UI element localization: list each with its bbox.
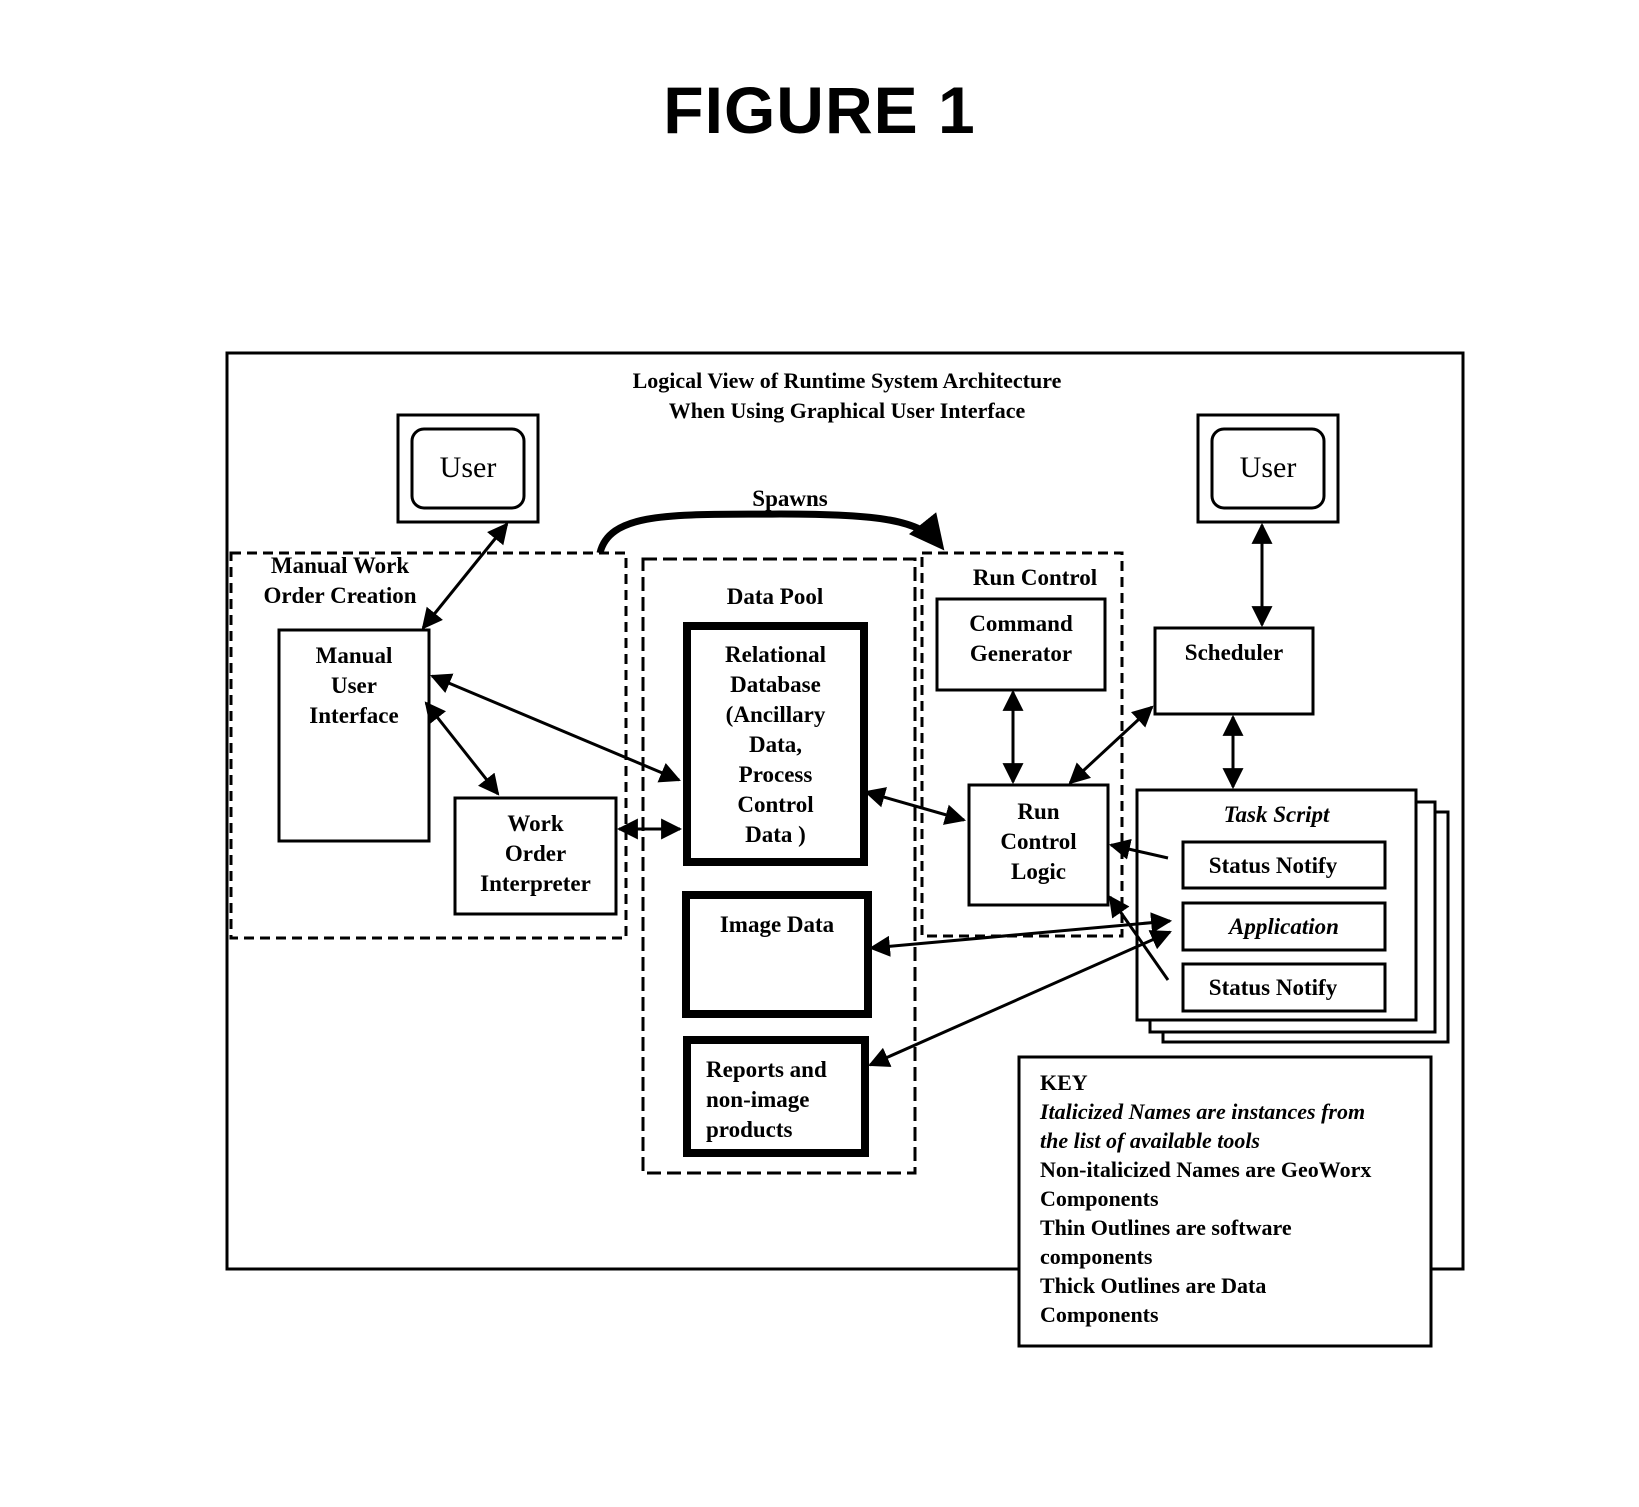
run-control-label: Run Control xyxy=(972,565,1098,590)
reports-line-2: non-image xyxy=(706,1087,810,1112)
relational-database-label: Relational Database (Ancillary Data, Pro… xyxy=(687,640,864,850)
mui-line-3: Interface xyxy=(309,703,399,728)
reports-line-3: products xyxy=(706,1117,793,1142)
reldb-line-7: Data ) xyxy=(745,822,806,847)
diagram-title-line-1: Logical View of Runtime System Architect… xyxy=(632,368,1062,393)
key-line-1: Italicized Names are instances from xyxy=(1040,1099,1366,1124)
mui-line-2: User xyxy=(331,673,377,698)
reports-label: Reports and non-image products xyxy=(706,1055,866,1145)
woi-line-2: Order xyxy=(504,841,567,866)
user-left-label: User xyxy=(439,451,497,484)
key-line-2: the list of available tools xyxy=(1040,1128,1260,1153)
rcl-line-1: Run xyxy=(1017,799,1060,824)
key-line-6: components xyxy=(1040,1244,1153,1269)
cmdgen-line-1: Command xyxy=(969,611,1073,636)
diagram-title-line-2: When Using Graphical User Interface xyxy=(668,398,1026,423)
key-line-7: Thick Outlines are Data xyxy=(1040,1273,1267,1298)
reldb-line-3: (Ancillary xyxy=(725,702,826,727)
mwoc-line-2: Order Creation xyxy=(263,583,417,608)
spawns-label: Spawns xyxy=(752,486,828,511)
key-heading: KEY xyxy=(1040,1070,1088,1095)
status-notify-1-label: Status Notify xyxy=(1208,853,1338,878)
reldb-line-1: Relational xyxy=(725,642,826,667)
user-right-label: User xyxy=(1239,451,1297,484)
scheduler-label: Scheduler xyxy=(1184,640,1284,665)
data-pool-label: Data Pool xyxy=(726,584,824,609)
work-order-interpreter-label: Work Order Interpreter xyxy=(455,809,616,899)
reldb-line-4: Data, xyxy=(748,732,803,757)
mui-line-1: Manual xyxy=(315,643,393,668)
rcl-line-2: Control xyxy=(1000,829,1077,854)
reldb-line-6: Control xyxy=(737,792,814,817)
woi-line-1: Work xyxy=(507,811,564,836)
task-script-label: Task Script xyxy=(1223,802,1330,827)
key-line-4: Components xyxy=(1040,1186,1159,1211)
reports-line-1: Reports and xyxy=(706,1057,827,1082)
arrow-scheduler-rcl xyxy=(1068,705,1154,785)
status-notify-2-label: Status Notify xyxy=(1208,975,1338,1000)
reldb-line-2: Database xyxy=(730,672,821,697)
woi-line-3: Interpreter xyxy=(480,871,591,896)
cmdgen-line-2: Generator xyxy=(969,641,1073,666)
key-line-8: Components xyxy=(1040,1302,1159,1327)
manual-user-interface-label: Manual User Interface xyxy=(279,641,429,731)
arrow-mui-woi xyxy=(424,701,500,796)
key-line-5: Thin Outlines are software xyxy=(1040,1215,1292,1240)
run-control-logic-label: Run Control Logic xyxy=(969,797,1108,887)
command-generator-label: Command Generator xyxy=(937,609,1105,669)
reldb-line-5: Process xyxy=(738,762,813,787)
manual-work-order-creation-label: Manual Work Order Creation xyxy=(240,551,440,611)
mwoc-line-1: Manual Work xyxy=(270,553,410,578)
spawns-arrow xyxy=(596,510,945,555)
rcl-line-3: Logic xyxy=(1011,859,1066,884)
image-data-label: Image Data xyxy=(719,912,835,937)
application-label: Application xyxy=(1229,914,1339,939)
diagram-title: Logical View of Runtime System Architect… xyxy=(527,366,1167,426)
key-line-3: Non-italicized Names are GeoWorx xyxy=(1040,1157,1372,1182)
key-legend: KEY Italicized Names are instances from … xyxy=(1040,1068,1425,1329)
